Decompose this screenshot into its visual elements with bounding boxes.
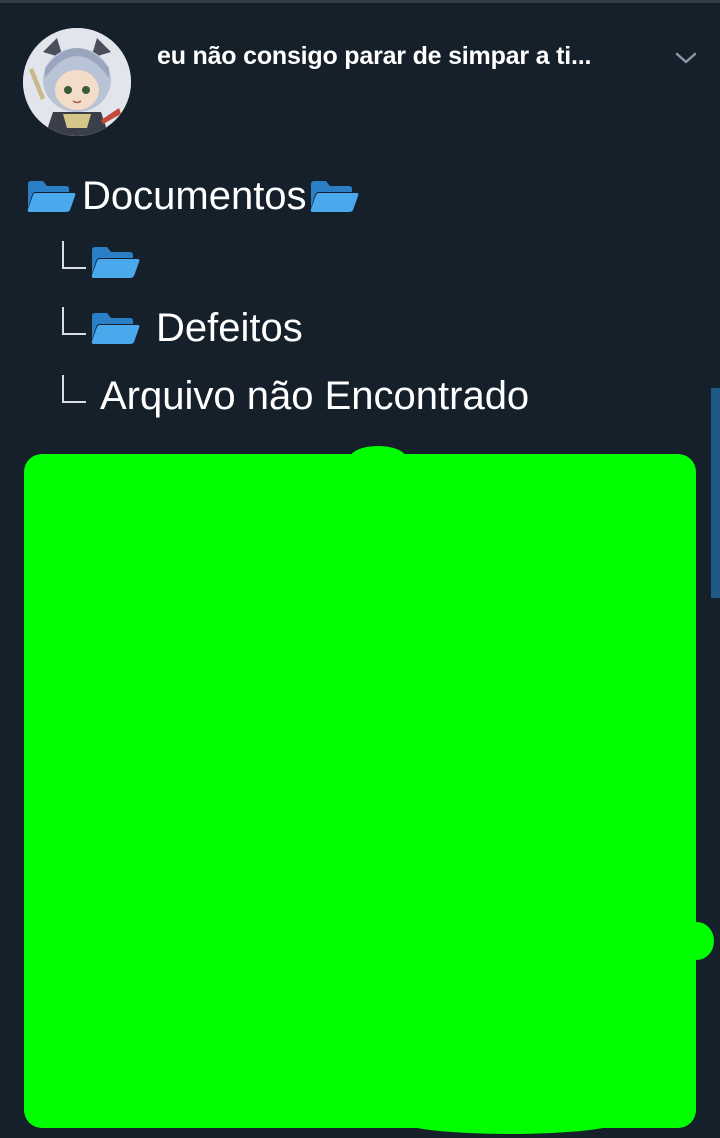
tweet-header: eu não consigo parar de simpar a ti...	[0, 0, 720, 150]
tree-item-label: Defeitos	[156, 306, 303, 350]
avatar[interactable]	[23, 28, 131, 136]
avatar-image	[23, 28, 131, 136]
tree-item-folder	[62, 232, 144, 292]
tree-root-label: Documentos	[82, 174, 307, 218]
tree-item-label: Arquivo não Encontrado	[100, 374, 530, 418]
redaction-mark	[400, 1108, 620, 1134]
open-folder-icon	[91, 313, 140, 344]
scrollbar[interactable]	[711, 388, 720, 598]
tweet-text: eu não consigo parar de simpar a ti...	[157, 42, 592, 70]
open-folder-icon	[310, 181, 358, 212]
tree-root: Documentos	[26, 166, 363, 226]
open-folder-icon	[27, 181, 76, 212]
chevron-down-icon[interactable]	[672, 46, 700, 70]
redaction-mark	[680, 922, 714, 960]
open-folder-icon	[91, 247, 140, 278]
tree-item-arquivo: Arquivo não Encontrado	[62, 366, 529, 426]
tree-branch-icon	[62, 241, 86, 269]
tree-branch-icon	[62, 307, 86, 335]
tree-branch-icon	[62, 375, 86, 403]
tree-item-defeitos: Defeitos	[62, 298, 303, 358]
redacted-image	[24, 454, 696, 1128]
